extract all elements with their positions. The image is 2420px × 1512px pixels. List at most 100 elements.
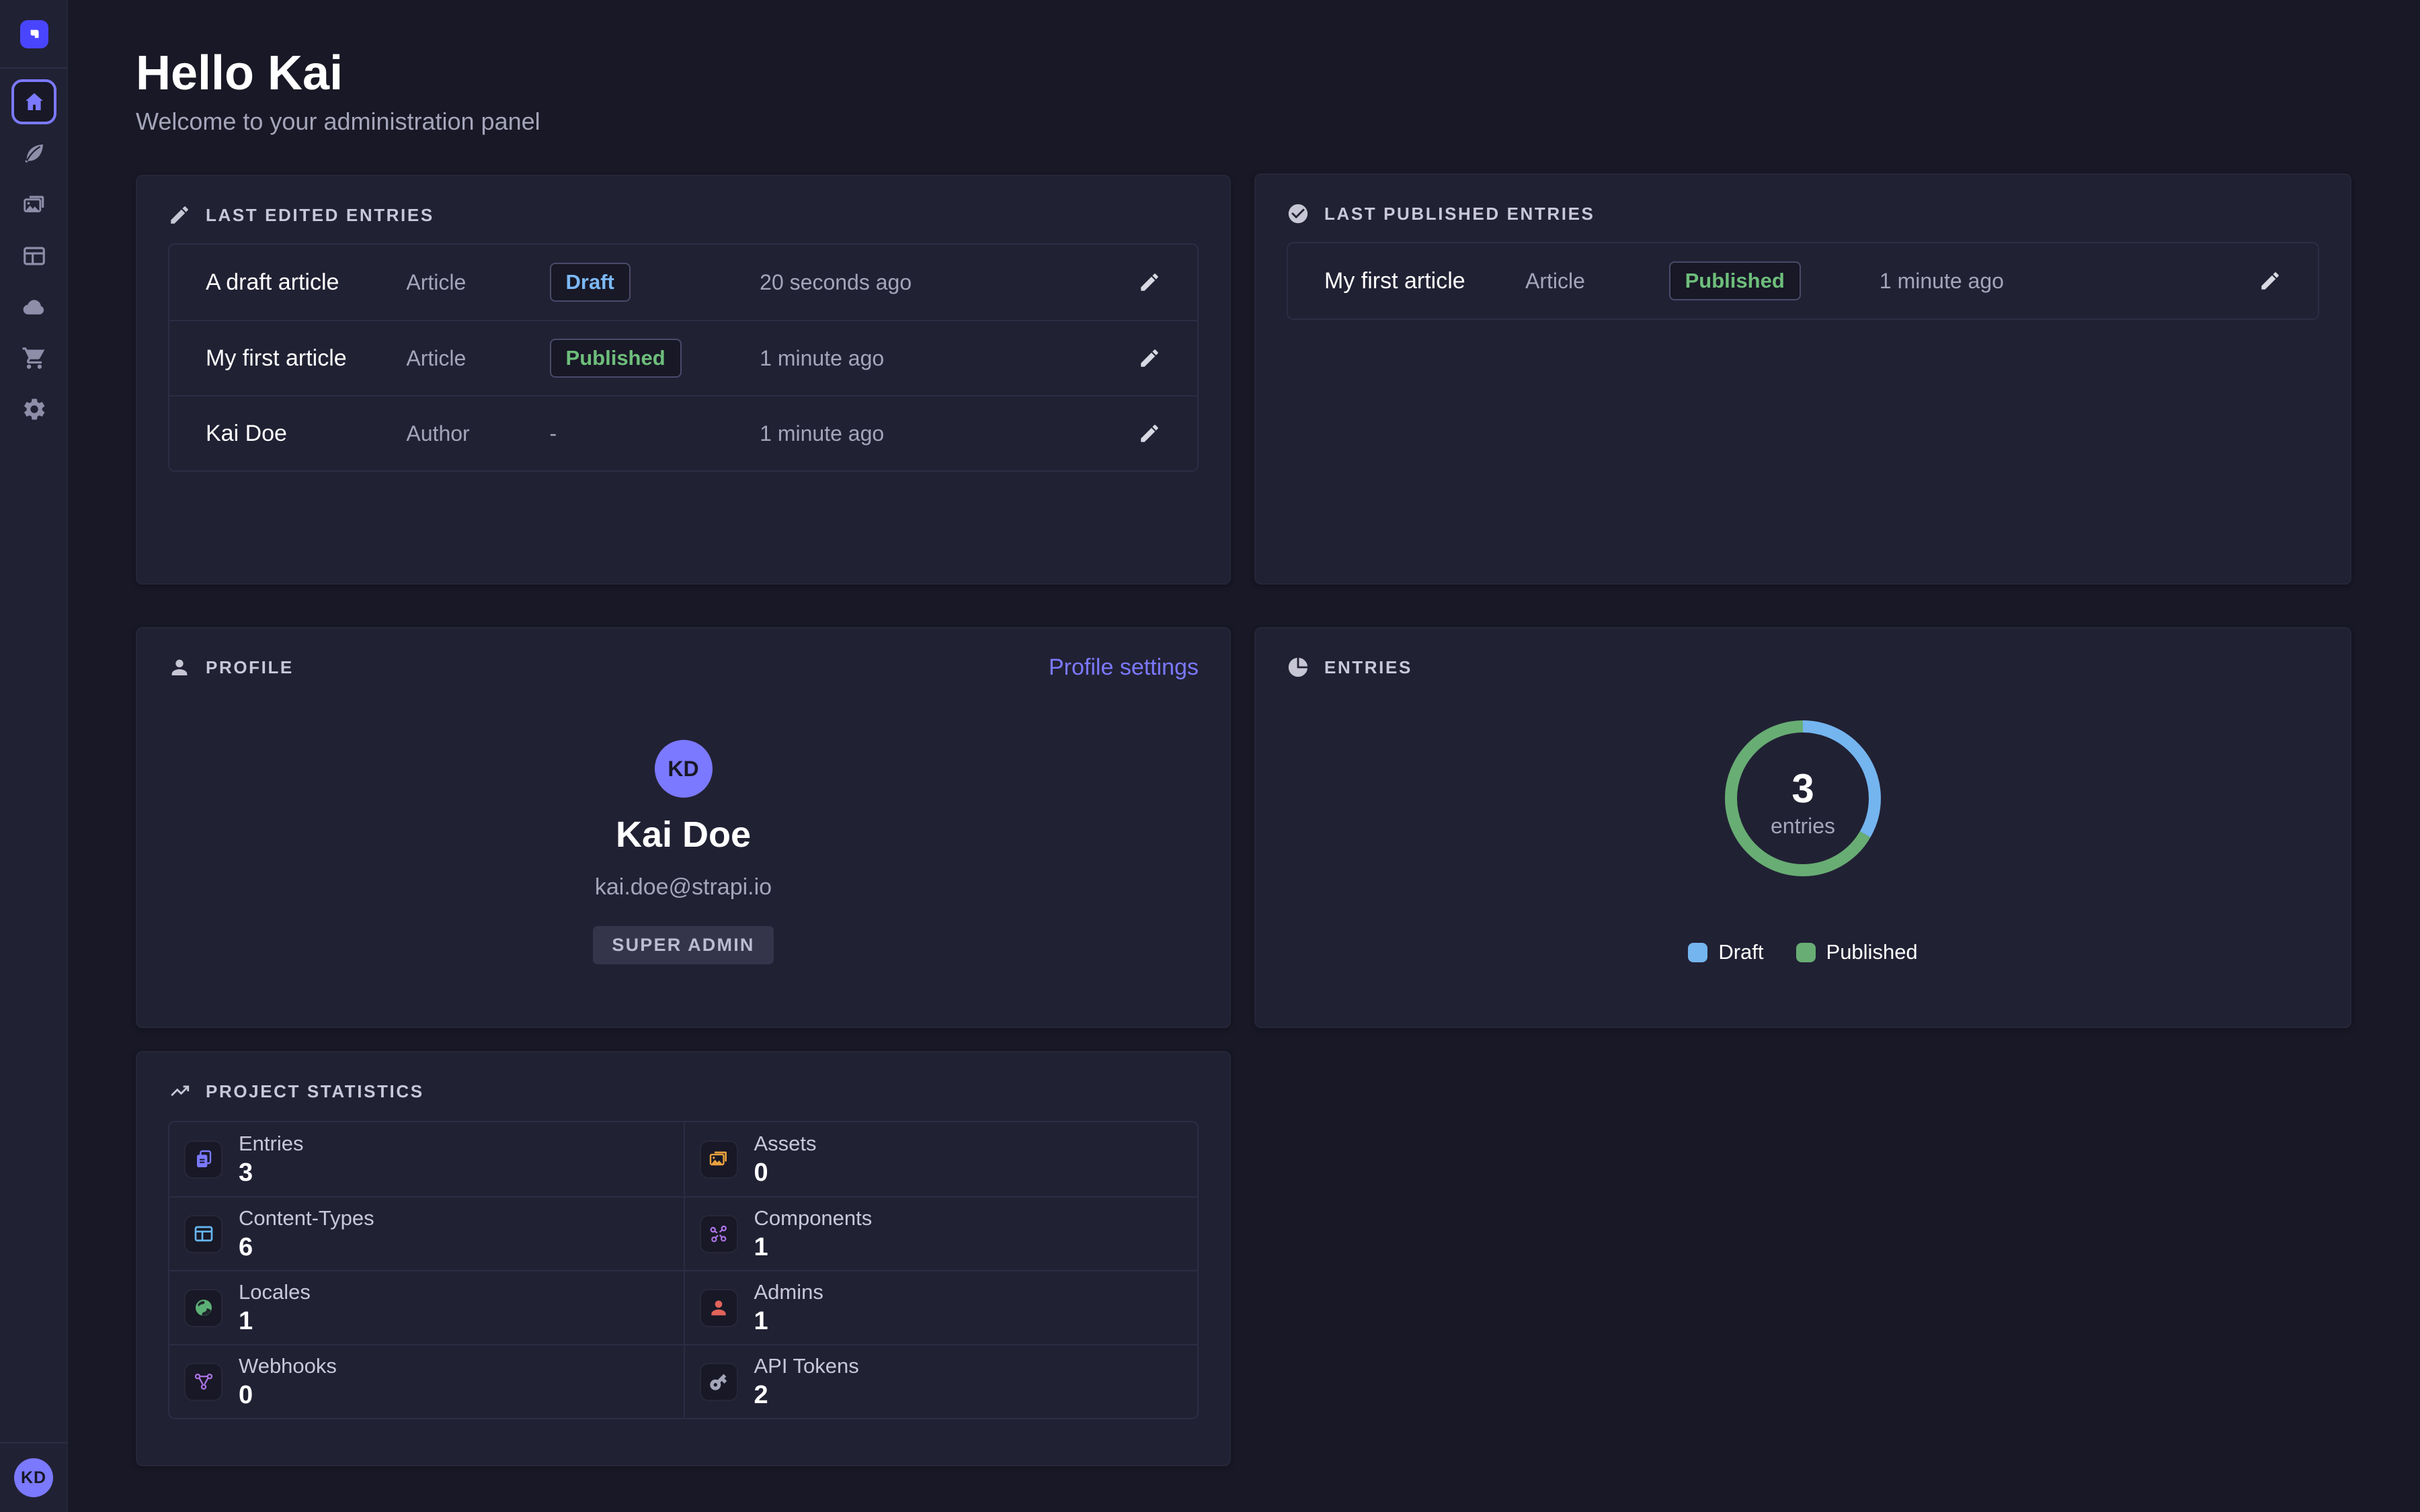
card-title: LAST EDITED ENTRIES [206,205,434,226]
stat-label: API Tokens [754,1354,859,1378]
entry-name: Kai Doe [206,421,406,447]
stat-locales: Locales 1 [169,1270,684,1344]
stat-label: Locales [239,1280,311,1304]
sidebar-item-home[interactable] [11,79,56,124]
sidebar-item-content-manager[interactable] [0,138,68,169]
stat-label: Assets [754,1132,817,1156]
entries-unit: entries [1771,814,1835,839]
table-row: My first article Article Published 1 min… [169,320,1197,395]
entry-name: My first article [206,345,406,372]
donut-center-label: 3 entries [1724,720,1882,877]
last-edited-table: A draft article Article Draft 20 seconds… [168,243,1199,472]
stat-value: 3 [239,1159,303,1187]
card-title: LAST PUBLISHED ENTRIES [1324,204,1595,224]
status-empty: - [550,421,557,446]
card-header: PROJECT STATISTICS [168,1079,1199,1103]
feather-icon [22,140,47,166]
profile-settings-link[interactable]: Profile settings [1049,655,1199,681]
status-badge: Published [1669,261,1801,300]
page-subtitle: Welcome to your administration panel [136,108,540,136]
sidebar: KD [0,0,68,1512]
stat-label: Webhooks [239,1354,337,1378]
card-header: LAST EDITED ENTRIES [168,203,1199,227]
stat-label: Content-Types [239,1206,374,1230]
entry-type: Article [406,346,549,371]
entries-total: 3 [1791,768,1814,810]
legend-label: Draft [1718,940,1763,964]
nodes-icon [708,1223,729,1245]
sidebar-item-marketplace[interactable] [0,343,68,374]
edit-entry-button[interactable] [1138,422,1161,445]
entries-donut-chart: 3 entries [1256,720,2350,877]
entry-name: A draft article [206,269,406,296]
sidebar-divider-bottom [0,1442,68,1443]
last-edited-entries-card: LAST EDITED ENTRIES A draft article Arti… [136,175,1231,585]
stat-value: 6 [239,1233,374,1262]
layout-icon [22,243,47,269]
entry-name: My first article [1324,268,1525,294]
layout-icon [193,1223,214,1245]
entry-type: Article [1525,269,1669,294]
legend-item-published: Published [1796,940,1918,964]
pencil-icon [2259,269,2282,292]
legend-label: Published [1826,940,1918,964]
stat-value: 0 [754,1159,817,1187]
images-icon [708,1148,729,1170]
page-header: Hello Kai Welcome to your administration… [136,48,540,136]
published-swatch [1796,943,1816,962]
pie-chart-icon [1287,656,1309,679]
entries-card: ENTRIES 3 entries Draft Pu [1254,627,2351,1028]
entry-time: 1 minute ago [1880,269,2252,294]
profile-name: Kai Doe [616,814,751,855]
stat-value: 1 [754,1233,873,1262]
page-title: Hello Kai [136,48,540,98]
pencil-icon [1138,271,1161,294]
last-published-entries-card: LAST PUBLISHED ENTRIES My first article … [1254,173,2351,585]
user-avatar-menu[interactable]: KD [14,1458,53,1497]
avatar: KD [655,740,713,798]
chart-legend: Draft Published [1256,940,2350,964]
last-published-table: My first article Article Published 1 min… [1287,242,2319,320]
entry-type: Article [406,270,549,295]
sidebar-divider [0,67,68,69]
cart-icon [22,345,47,371]
cloud-icon [21,294,48,321]
table-row: A draft article Article Draft 20 seconds… [169,245,1197,320]
draft-swatch [1688,943,1707,962]
card-title: PROFILE [206,657,294,678]
sidebar-item-content-type-builder[interactable] [0,241,68,271]
strapi-logo[interactable] [20,20,48,48]
home-icon [22,90,46,114]
edit-entry-button[interactable] [2259,269,2282,292]
stat-content-types: Content-Types 6 [169,1196,684,1270]
gear-icon [22,396,47,422]
stat-value: 1 [239,1307,311,1336]
sidebar-item-deploy[interactable] [0,292,68,323]
edit-entry-button[interactable] [1138,347,1161,370]
role-badge: SUPER ADMIN [593,926,773,964]
edit-entry-button[interactable] [1138,271,1161,294]
card-header: ENTRIES [1287,655,2319,679]
stat-webhooks: Webhooks 0 [169,1344,684,1418]
profile-body: KD Kai Doe kai.doe@strapi.io SUPER ADMIN [137,740,1229,964]
stat-value: 1 [754,1307,823,1336]
stat-label: Components [754,1206,873,1230]
stat-components: Components 1 [684,1196,1198,1270]
sidebar-item-media-library[interactable] [0,190,68,220]
strapi-admin-dashboard: KD Hello Kai Welcome to your administrat… [0,0,2420,1512]
status-badge: Draft [550,263,631,302]
stat-value: 2 [754,1381,859,1410]
pencil-icon [1138,422,1161,445]
stat-entries: Entries 3 [169,1122,684,1196]
status-badge: Published [550,339,682,378]
key-icon [703,1366,733,1396]
stats-grid: Entries 3 Assets 0 Content-Types 6 [168,1121,1199,1419]
stat-label: Admins [754,1280,823,1304]
sidebar-item-settings[interactable] [0,394,68,425]
legend-item-draft: Draft [1688,940,1763,964]
check-circle-icon [1287,202,1309,225]
card-header: LAST PUBLISHED ENTRIES [1287,202,2319,226]
stat-value: 0 [239,1381,337,1410]
images-icon [22,192,47,218]
stat-assets: Assets 0 [684,1122,1198,1196]
